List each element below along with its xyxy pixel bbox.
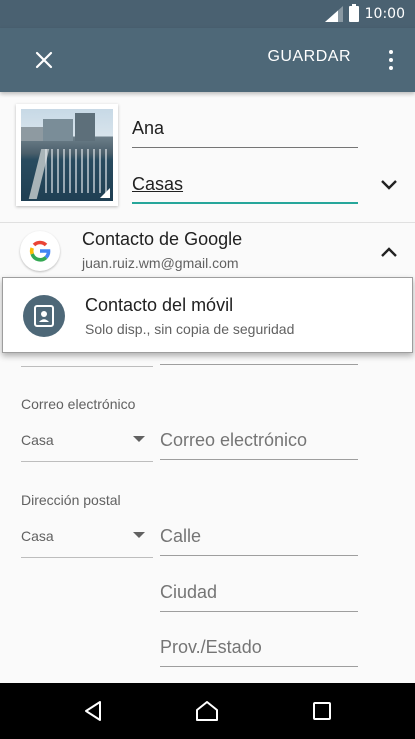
- recents-square-icon: [313, 702, 331, 720]
- close-button[interactable]: [24, 40, 64, 80]
- account-option-phone[interactable]: Contacto del móvil Solo disp., sin copia…: [2, 277, 413, 353]
- hidden-field-underline: [160, 364, 358, 365]
- account-selector[interactable]: Contacto de Google juan.ruiz.wm@gmail.co…: [0, 223, 415, 277]
- home-icon: [196, 701, 218, 721]
- email-type-select[interactable]: Casa: [21, 430, 153, 462]
- first-name-field[interactable]: Ana: [132, 110, 358, 148]
- close-icon: [35, 51, 53, 69]
- google-icon: [20, 231, 60, 271]
- state-input[interactable]: Prov./Estado: [160, 633, 358, 667]
- address-section-label: Dirección postal: [21, 492, 121, 508]
- name-field-text: Casas: [132, 174, 184, 194]
- account-email: juan.ruiz.wm@gmail.com: [82, 255, 239, 271]
- chevron-down-icon: [381, 180, 397, 190]
- more-vert-icon: [389, 50, 393, 54]
- street-input[interactable]: Calle: [160, 522, 358, 556]
- email-input[interactable]: Correo electrónico: [160, 426, 358, 460]
- app-bar: GUARDAR: [0, 28, 415, 92]
- photo-edit-corner-icon: [100, 188, 110, 198]
- name-field-focused[interactable]: Casas: [132, 166, 358, 204]
- expand-name-button[interactable]: [374, 170, 404, 200]
- collapse-account-button[interactable]: [374, 237, 404, 267]
- hidden-field-underline: [21, 366, 153, 367]
- email-type-value: Casa: [21, 432, 54, 448]
- account-option-title: Contacto del móvil: [85, 295, 234, 315]
- back-triangle-icon: [85, 701, 101, 721]
- status-bar: 10:00: [0, 0, 415, 28]
- back-button[interactable]: [79, 697, 107, 725]
- home-button[interactable]: [193, 697, 221, 725]
- dropdown-arrow-icon: [133, 532, 145, 538]
- email-section-label: Correo electrónico: [21, 396, 136, 412]
- dropdown-arrow-icon: [133, 436, 145, 442]
- address-type-value: Casa: [21, 528, 54, 544]
- account-option-subtitle: Solo disp., sin copia de seguridad: [85, 321, 295, 337]
- status-icons: 10:00: [324, 4, 405, 23]
- battery-icon: [348, 4, 359, 22]
- status-time: 10:00: [364, 6, 405, 22]
- chevron-up-icon: [381, 247, 397, 257]
- account-title: Contacto de Google: [82, 229, 243, 249]
- recents-button[interactable]: [308, 697, 336, 725]
- save-button[interactable]: GUARDAR: [267, 48, 351, 66]
- address-type-select[interactable]: Casa: [21, 526, 153, 558]
- more-options-button[interactable]: [383, 48, 399, 72]
- signal-icon: [324, 6, 343, 22]
- navigation-bar: [0, 683, 415, 739]
- contact-card-icon: [23, 295, 65, 337]
- city-input[interactable]: Ciudad: [160, 578, 358, 612]
- contact-photo[interactable]: [16, 104, 118, 206]
- photo-image: [21, 109, 113, 201]
